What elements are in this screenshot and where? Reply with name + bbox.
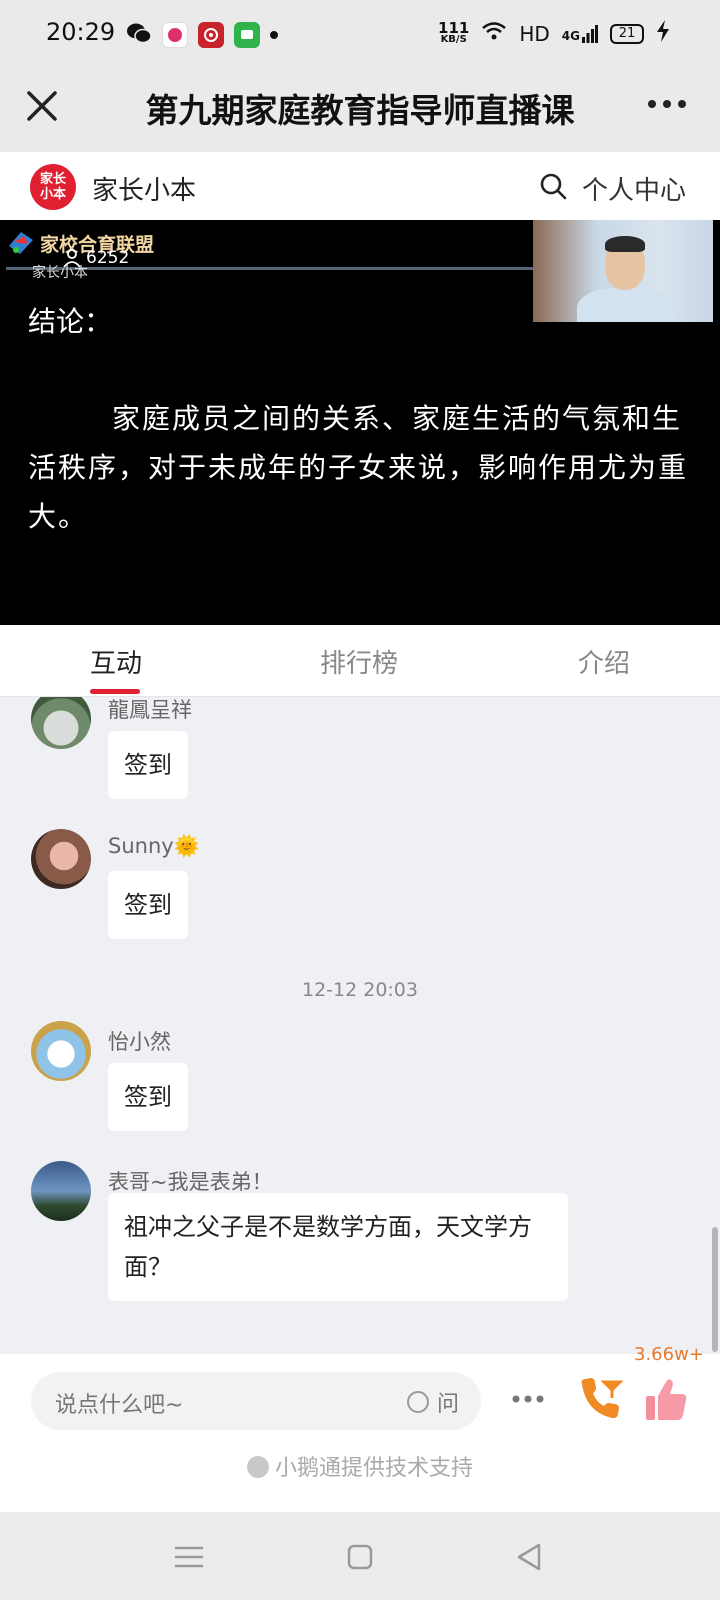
wifi-icon — [481, 21, 507, 46]
status-time: 20:29 — [46, 18, 116, 46]
ask-label: 问 — [436, 1392, 459, 1417]
chat-bubble: 祖冲之父子是不是数学方面，天文学方面？ — [108, 1193, 568, 1301]
chat-nickname: 龍鳳呈祥 — [108, 698, 192, 722]
viewer-count-value: 6252 — [86, 248, 130, 268]
viewer-count: 6252 — [62, 248, 129, 268]
user-center-link[interactable]: 个人中心 — [582, 170, 686, 207]
system-navigation-bar — [0, 1512, 720, 1600]
chat-scrollbar[interactable] — [712, 1227, 718, 1352]
signal-icon: 4G — [561, 24, 598, 43]
like-thumb-icon[interactable] — [642, 1376, 690, 1424]
tab-bar: 互动 排行榜 介绍 — [0, 625, 720, 697]
more-options-icon[interactable] — [508, 1384, 548, 1414]
charging-icon — [656, 20, 670, 47]
avatar[interactable] — [31, 697, 91, 749]
battery-icon: 21 — [610, 23, 644, 44]
page-title: 第九期家庭教育指导师直播课 — [145, 91, 575, 130]
slide-heading: 结论： — [28, 305, 113, 338]
comment-input-placeholder: 说点什么吧~ — [55, 1393, 184, 1418]
search-icon[interactable] — [539, 172, 567, 200]
brand-logo[interactable]: 家长小本 — [30, 164, 76, 210]
composer-bar: 说点什么吧~ 问 3.66w+ 小鹅通提供技术支持 — [0, 1344, 720, 1512]
app-red-icon — [198, 22, 224, 48]
net-speed-value: 111 — [438, 18, 470, 37]
active-tab-indicator — [90, 689, 140, 694]
chat-list[interactable]: 龍鳳呈祥 签到 Sunny🌞 签到 12-12 20:03 怡小然 签到 表哥~… — [0, 697, 720, 1354]
chat-nickname: 怡小然 — [108, 1030, 171, 1054]
brand-name[interactable]: 家长小本 — [92, 170, 196, 207]
ask-question-toggle[interactable]: 问 — [406, 1386, 459, 1418]
brand-logo-text: 家长小本 — [39, 172, 66, 202]
chat-nickname: 表哥~我是表弟！ — [108, 1170, 273, 1194]
avatar[interactable] — [31, 1021, 91, 1081]
home-icon[interactable] — [343, 1540, 377, 1574]
xiaoetong-logo-icon — [246, 1456, 269, 1478]
battery-level: 21 — [618, 26, 636, 41]
wechat-icon — [126, 22, 152, 48]
tab-interaction[interactable]: 互动 — [90, 643, 142, 680]
presenter-body — [577, 288, 673, 322]
hd-label: HD — [519, 21, 550, 46]
tech-support-text: 小鹅通提供技术支持 — [274, 1456, 473, 1481]
phone-connect-icon[interactable] — [576, 1376, 624, 1422]
status-bar: 20:29 111 KB/S HD 4G 21 — [0, 0, 720, 70]
chat-bubble: 签到 — [108, 1063, 188, 1131]
net-speed-unit: KB/S — [440, 33, 467, 45]
title-bar: 第九期家庭教育指导师直播课 — [0, 70, 720, 152]
presenter-hair — [605, 236, 645, 252]
back-icon[interactable] — [512, 1540, 546, 1574]
comment-input[interactable]: 说点什么吧~ 问 — [31, 1372, 481, 1430]
app-green-icon — [234, 22, 260, 48]
avatar[interactable] — [31, 1161, 91, 1221]
app-pink-icon — [162, 22, 188, 48]
presenter-camera-pip[interactable] — [533, 220, 713, 322]
chat-bubble: 签到 — [108, 871, 188, 939]
chat-nickname: Sunny🌞 — [108, 834, 200, 858]
network-type: 4G — [561, 28, 580, 43]
viewer-icon — [63, 249, 81, 268]
more-icon[interactable] — [642, 84, 692, 124]
live-video-player[interactable]: 家校合育联盟 家长小本 6252 结论： 家庭成员之间的关系、家庭生活的气氛和生… — [0, 220, 720, 625]
like-count: 3.66w+ — [634, 1344, 704, 1365]
tab-intro[interactable]: 介绍 — [578, 643, 630, 680]
shop-header: 家长小本 家长小本 个人中心 — [0, 152, 720, 220]
tech-support-footer: 小鹅通提供技术支持 — [0, 1450, 720, 1482]
tab-ranking[interactable]: 排行榜 — [320, 643, 398, 680]
net-speed: 111 KB/S — [438, 18, 470, 45]
slide-body-text: 家庭成员之间的关系、家庭生活的气氛和生活秩序，对于未成年的子女来说，影响作用尤为… — [28, 402, 689, 533]
chat-bubble: 签到 — [108, 731, 188, 799]
status-indicators: 111 KB/S HD 4G 21 — [438, 20, 670, 47]
more-notifications-dot-icon — [270, 31, 278, 39]
chat-timestamp: 12-12 20:03 — [301, 979, 418, 1001]
radio-icon — [406, 1391, 429, 1413]
close-icon[interactable] — [22, 86, 62, 126]
avatar[interactable] — [31, 829, 91, 889]
status-notification-icons — [126, 22, 278, 48]
menu-icon[interactable] — [172, 1540, 206, 1574]
watermark-logo-icon — [6, 228, 36, 262]
